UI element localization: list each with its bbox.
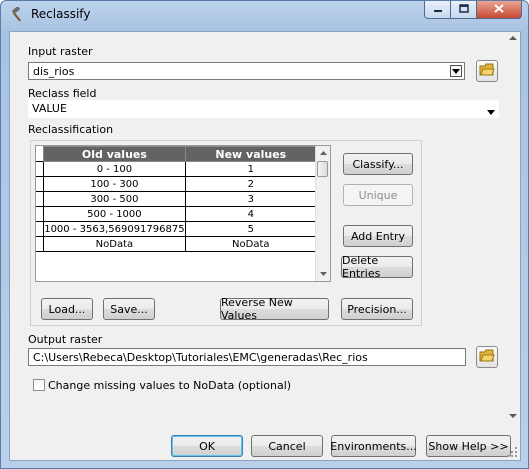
unique-button[interactable]: Unique — [343, 184, 413, 206]
new-value-cell[interactable]: 2 — [184, 176, 318, 192]
save-button[interactable]: Save... — [103, 298, 155, 320]
classify-button[interactable]: Classify... — [343, 153, 413, 175]
minimize-button[interactable] — [424, 1, 451, 19]
row-header[interactable] — [36, 191, 45, 207]
chevron-down-icon[interactable] — [450, 65, 462, 77]
minimize-icon — [433, 3, 443, 16]
show-help-button[interactable]: Show Help >> — [426, 435, 511, 457]
row-header[interactable] — [36, 236, 45, 252]
old-value-cell[interactable]: 500 - 1000 — [43, 206, 186, 222]
precision-button[interactable]: Precision... — [341, 298, 413, 320]
new-value-cell[interactable]: NoData — [184, 236, 318, 252]
reclassification-label: Reclassification — [28, 123, 114, 136]
table-row[interactable]: 1000 - 3563,569091796875 5 — [36, 221, 318, 237]
old-value-cell[interactable]: 1000 - 3563,569091796875 — [43, 221, 186, 237]
window-title: Reclassify — [31, 7, 91, 21]
row-header[interactable] — [36, 221, 45, 237]
add-entry-button[interactable]: Add Entry — [343, 225, 413, 247]
reclass-field-value: VALUE — [32, 102, 67, 115]
scroll-down-icon[interactable] — [316, 267, 330, 281]
scroll-thumb[interactable] — [317, 161, 328, 177]
reclassification-table[interactable]: Old values New values 0 - 100 1 100 - 30 — [35, 145, 331, 282]
old-value-cell[interactable]: 100 - 300 — [43, 176, 186, 192]
environments-button[interactable]: Environments... — [330, 435, 417, 457]
reclassification-panel: Old values New values 0 - 100 1 100 - 30 — [30, 140, 422, 326]
maximize-button[interactable] — [451, 1, 477, 19]
table-row[interactable]: 0 - 100 1 — [36, 161, 318, 177]
input-raster-combo[interactable]: dis_rios — [28, 62, 465, 80]
cancel-button[interactable]: Cancel — [251, 435, 323, 457]
table-row[interactable]: 300 - 500 3 — [36, 191, 318, 207]
dialog-scrollbar[interactable] — [506, 32, 520, 422]
row-header-corner — [36, 146, 44, 162]
row-header[interactable] — [36, 176, 45, 192]
reclass-field-label: Reclass field — [28, 87, 97, 100]
new-value-cell[interactable]: 5 — [184, 221, 318, 237]
old-value-cell[interactable]: NoData — [43, 236, 186, 252]
load-button[interactable]: Load... — [41, 298, 93, 320]
scroll-up-icon[interactable] — [316, 146, 330, 160]
close-button[interactable] — [477, 1, 522, 19]
output-raster-label: Output raster — [28, 333, 103, 346]
hammer-icon — [9, 6, 25, 23]
table-scrollbar[interactable] — [315, 146, 330, 281]
output-raster-browse-button[interactable] — [476, 346, 498, 368]
old-value-cell[interactable]: 300 - 500 — [43, 191, 186, 207]
reverse-new-values-button[interactable]: Reverse New Values — [220, 296, 329, 322]
new-value-cell[interactable]: 1 — [184, 161, 318, 177]
change-missing-checkbox[interactable] — [33, 379, 45, 391]
ok-button[interactable]: OK — [171, 435, 243, 457]
output-raster-value: C:\Users\Rebeca\Desktop\Tutoriales\EMC\g… — [33, 351, 368, 364]
input-raster-label: Input raster — [28, 45, 93, 58]
table-row[interactable]: 500 - 1000 4 — [36, 206, 318, 222]
reclass-field-combo[interactable]: VALUE — [28, 100, 499, 118]
chevron-down-icon[interactable] — [487, 105, 495, 118]
table-row[interactable]: 100 - 300 2 — [36, 176, 318, 192]
new-value-cell[interactable]: 4 — [184, 206, 318, 222]
maximize-icon — [458, 3, 469, 16]
title-bar[interactable]: Reclassify — [1, 1, 528, 29]
old-value-cell[interactable]: 0 - 100 — [43, 161, 186, 177]
reclassify-dialog: Reclassify Input raster dis_rios Reclass… — [0, 0, 529, 469]
column-header-new[interactable]: New values — [184, 146, 318, 162]
dialog-body: Input raster dis_rios Reclass field VALU… — [9, 31, 521, 461]
column-header-old[interactable]: Old values — [43, 146, 186, 162]
table-row[interactable]: NoData NoData — [36, 236, 318, 252]
delete-entries-button[interactable]: Delete Entries — [341, 254, 413, 280]
input-raster-browse-button[interactable] — [476, 60, 498, 82]
folder-icon — [479, 349, 495, 366]
folder-icon — [479, 63, 495, 80]
close-icon — [494, 3, 504, 16]
row-header[interactable] — [36, 206, 45, 222]
resize-grip-icon[interactable] — [506, 446, 518, 458]
output-raster-input[interactable]: C:\Users\Rebeca\Desktop\Tutoriales\EMC\g… — [28, 348, 466, 366]
change-missing-label: Change missing values to NoData (optiona… — [48, 379, 292, 392]
row-header[interactable] — [36, 161, 45, 177]
new-value-cell[interactable]: 3 — [184, 191, 318, 207]
input-raster-value: dis_rios — [33, 65, 75, 78]
